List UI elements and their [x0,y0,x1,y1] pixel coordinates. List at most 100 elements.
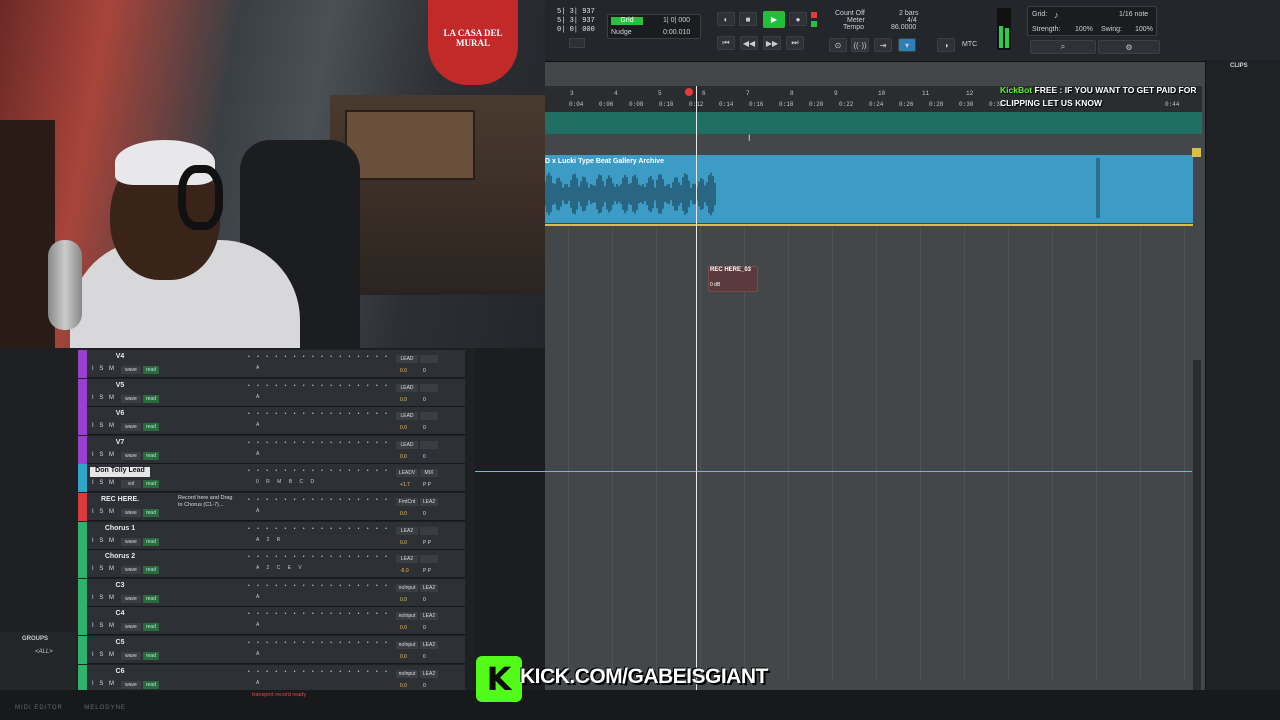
insert-slots[interactable]: • • • • • • • • • • • • • • • • [248,640,390,646]
grid-note-value[interactable]: 1/16 note [1119,11,1148,18]
track-name[interactable]: V4 [90,353,150,363]
track-pan[interactable]: 0 [423,425,426,431]
track-input[interactable]: noInput [396,669,418,678]
track-row[interactable]: C6 I S M wave read • • • • • • • • • • •… [78,664,465,693]
automation-mode[interactable]: read [143,366,159,374]
insert-slots[interactable]: • • • • • • • • • • • • • • • • [248,411,390,417]
track-output[interactable]: LEA2 [420,583,438,592]
track-pan[interactable]: P P [423,568,431,574]
track-view-selector[interactable]: wave [121,537,141,546]
track-input[interactable]: noInput [396,583,418,592]
record-button[interactable]: ● [789,12,807,26]
mtc-label[interactable]: MTC [962,41,977,48]
track-view-selector[interactable]: wave [121,652,141,660]
track-output[interactable]: MIX [420,469,438,478]
rewind-button[interactable]: ◀◀ [740,36,758,50]
track-view-selector[interactable]: wave [121,594,141,603]
track-input[interactable]: LEADV [396,469,418,478]
automation-mode[interactable]: read [143,566,159,575]
playhead-marker-icon[interactable] [685,88,693,96]
track-name[interactable]: C4 [90,610,150,620]
track-view-selector[interactable]: wave [121,451,141,460]
tempo-value[interactable]: 86.0000 [891,24,916,31]
bottom-tabs[interactable]: MIDI EDITOR MELODYNE [15,705,126,711]
search-icon[interactable]: ⌕ [1030,40,1096,54]
track-volume[interactable]: 0.0 [400,683,407,689]
track-input[interactable]: LEAD [396,355,418,363]
click-icon[interactable]: ▾ [898,38,916,52]
track-input[interactable]: LEAD [396,383,418,392]
track-pan[interactable]: 0 [423,654,426,660]
quickpunch-icon[interactable]: ((·)) [851,38,869,52]
automation-mode[interactable]: read [143,537,159,546]
track-ism-buttons[interactable]: I S M [92,423,116,429]
clips-title[interactable]: CLIPS [1230,63,1248,69]
insert-slots[interactable]: • • • • • • • • • • • • • • • • [248,526,390,532]
insert-slots[interactable]: • • • • • • • • • • • • • • • • [248,468,390,474]
track-ism-buttons[interactable]: I S M [92,480,116,486]
fast-forward-button[interactable]: ▶▶ [763,36,781,50]
playhead-line[interactable] [696,86,697,690]
track-ism-buttons[interactable]: I S M [92,452,116,458]
grid-toggle[interactable]: Grid [611,17,643,25]
automation-mode[interactable]: read [143,652,159,660]
track-view-selector[interactable]: wave [121,366,141,374]
track-input[interactable]: LEAD [396,412,418,421]
automation-mode[interactable]: read [143,451,159,460]
track-volume[interactable]: 0.0 [400,425,407,431]
automation-mode[interactable]: read [143,680,159,689]
track-output[interactable] [420,526,438,535]
track-ism-buttons[interactable]: I S M [92,681,116,687]
gear-icon[interactable]: ⚙ [1098,40,1160,54]
track-ism-buttons[interactable]: I S M [92,623,116,629]
track-name[interactable]: Chorus 2 [90,553,150,563]
track-ism-buttons[interactable]: I S M [92,509,116,515]
track-view-selector[interactable]: wave [121,509,141,517]
meter-value[interactable]: 4/4 [907,17,917,24]
track-name[interactable]: REC HERE. [90,496,150,506]
nudge-value[interactable]: 0:00.010 [663,29,690,36]
track-input-icon[interactable]: ⇥ [874,38,892,52]
track-view-selector[interactable]: wave [121,423,141,432]
track-view-selector[interactable]: wave [121,394,141,403]
track-output[interactable]: LEA2 [420,669,438,678]
track-output[interactable] [420,440,438,449]
track-pan[interactable]: 0 [423,683,426,689]
track-volume[interactable]: 0.0 [400,654,407,660]
track-input[interactable]: LEA2 [396,526,418,535]
track-volume[interactable]: 0.0 [400,540,407,546]
track-row[interactable]: V6 I S M wave read • • • • • • • • • • •… [78,407,465,436]
track-row[interactable]: C5 I S M wave read • • • • • • • • • • •… [78,636,465,664]
track-ism-buttons[interactable]: I S M [92,366,116,372]
track-view-selector[interactable]: wave [121,680,141,689]
insert-slots[interactable]: • • • • • • • • • • • • • • • • [248,440,390,446]
grid-value[interactable]: 1| 0| 000 [663,17,690,24]
automation-mode[interactable]: read [143,480,159,489]
track-row[interactable]: Chorus 1 I S M wave read • • • • • • • •… [78,521,465,550]
track-ism-buttons[interactable]: I S M [92,395,116,401]
track-volume[interactable]: -6.0 [400,568,409,574]
go-to-end-button[interactable]: ⏭ [786,36,804,50]
count-off-bars[interactable]: 2 bars [899,10,918,17]
track-output[interactable] [420,355,438,363]
track-input[interactable]: FrntCnt [396,498,418,506]
insert-slots[interactable]: • • • • • • • • • • • • • • • • [248,354,390,360]
insert-slots[interactable]: • • • • • • • • • • • • • • • • [248,497,390,503]
strength-value[interactable]: 100% [1075,26,1093,33]
track-view-selector[interactable]: wave [121,623,141,632]
track-name[interactable]: V5 [90,382,150,392]
track-input[interactable]: LEA2 [396,555,418,564]
track-volume[interactable]: 0.0 [400,454,407,460]
track-row[interactable]: REC HERE. I S M wave read Record here an… [78,493,465,521]
automation-mode[interactable]: read [143,594,159,603]
online-icon[interactable]: ◐ [717,12,735,26]
track-row[interactable]: V5 I S M wave read • • • • • • • • • • •… [78,378,465,407]
insert-slots[interactable]: • • • • • • • • • • • • • • • • [248,583,390,589]
track-name[interactable]: C3 [90,582,150,592]
return-to-zero-button[interactable]: ⏮ [717,36,735,50]
track-name[interactable]: C6 [90,668,150,678]
marker-lane[interactable] [545,112,1202,134]
track-name[interactable]: Don Tolly Lead [90,467,150,478]
track-view-selector[interactable]: vol [121,480,141,489]
track-ism-buttons[interactable]: I S M [92,595,116,601]
